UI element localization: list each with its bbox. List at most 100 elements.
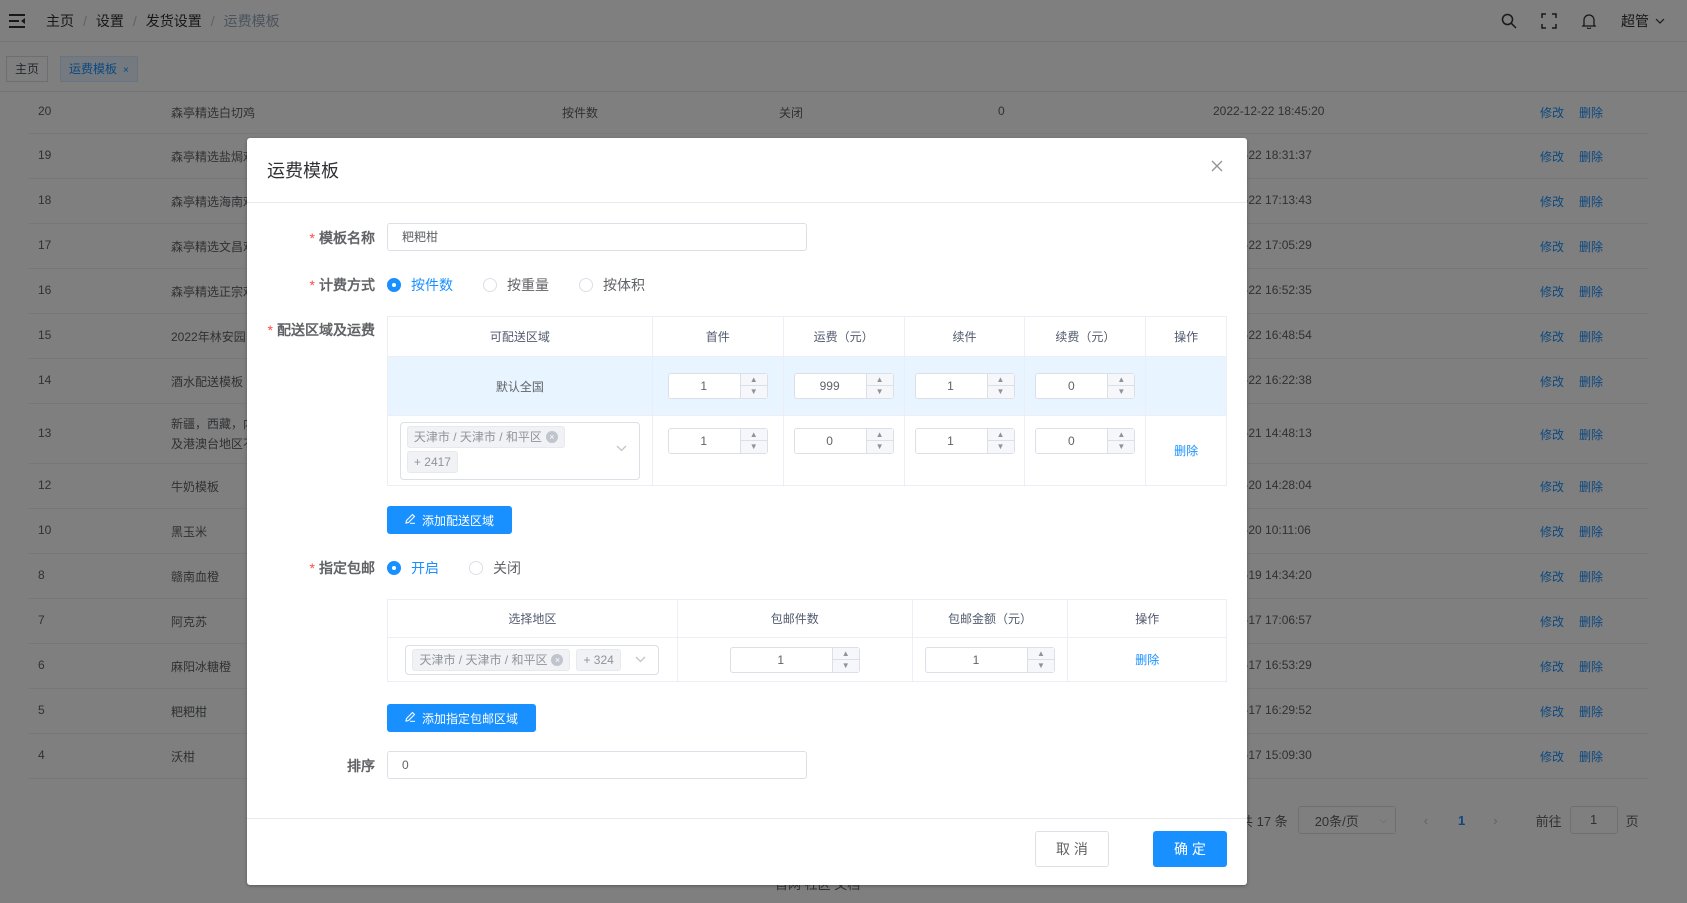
- shipping-template-dialog: 运费模板 * 模板名称 粑粑柑 * 计费方式 按件数 按重量 按体积 * 配送区域及运…: [247, 138, 1247, 885]
- cell: 1 ▲ ▼: [651, 356, 784, 416]
- decrement-icon[interactable]: ▼: [741, 441, 767, 453]
- stepper-value: 1: [777, 652, 785, 667]
- fee-stepper[interactable]: 999 ▲ ▼: [793, 373, 894, 399]
- col-header: 运费（元）: [782, 316, 905, 357]
- additional-fee-stepper[interactable]: 0 ▲ ▼: [1035, 373, 1136, 399]
- cell: 999 ▲ ▼: [782, 356, 905, 416]
- stepper-buttons: ▲ ▼: [865, 374, 893, 398]
- free-amount-stepper[interactable]: 1 ▲ ▼: [924, 646, 1055, 673]
- region-fee-label: * 配送区域及运费: [247, 320, 375, 340]
- stepper-buttons: ▲ ▼: [986, 374, 1014, 398]
- decrement-icon[interactable]: ▼: [867, 441, 893, 453]
- decrement-icon[interactable]: ▼: [988, 386, 1014, 398]
- close-icon[interactable]: [1207, 156, 1227, 176]
- increment-icon[interactable]: ▲: [987, 374, 1014, 386]
- cell: 天津市 / 天津市 / 和平区 × + 324: [387, 637, 678, 682]
- radio-free-off[interactable]: 关闭: [469, 558, 521, 578]
- add-region-button[interactable]: 添加配送区域: [387, 506, 512, 534]
- dialog-footer: 取 消 确 定: [247, 818, 1247, 885]
- cell: 1 ▲ ▼: [676, 637, 913, 682]
- required-asterisk: *: [309, 560, 315, 576]
- stepper-value: 1: [700, 379, 708, 393]
- add-free-region-label: 添加指定包邮区域: [421, 711, 518, 726]
- decrement-icon[interactable]: ▼: [988, 441, 1014, 453]
- free-shipping-label: * 指定包邮: [247, 558, 375, 578]
- cell: 删除: [1067, 637, 1227, 682]
- cell: 0 ▲ ▼: [1024, 356, 1147, 416]
- decrement-icon[interactable]: ▼: [741, 386, 767, 398]
- stepper-buttons: ▲ ▼: [1026, 647, 1054, 672]
- template-name-label: * 模板名称: [247, 228, 375, 248]
- edit-pen-icon: [405, 513, 416, 527]
- cell: 0 ▲ ▼: [782, 415, 905, 486]
- radio-by-weight[interactable]: 按重量: [483, 275, 549, 295]
- increment-icon[interactable]: ▲: [866, 429, 893, 441]
- col-header: 续费（元）: [1024, 316, 1147, 357]
- cell: 0 ▲ ▼: [1024, 415, 1147, 486]
- chevron-down-icon: [635, 654, 646, 666]
- region-more-tag: + 324: [576, 649, 621, 671]
- radio-label: 按体积: [603, 277, 645, 293]
- radio-free-on[interactable]: 开启: [387, 558, 439, 578]
- stepper-buttons: ▲ ▼: [865, 429, 893, 453]
- increment-icon[interactable]: ▲: [740, 429, 767, 441]
- region-default: 默认全国: [387, 356, 653, 416]
- close-icon[interactable]: ×: [551, 653, 564, 666]
- radio-label: 关闭: [493, 560, 521, 576]
- dialog-header: 运费模板: [247, 138, 1247, 203]
- decrement-icon[interactable]: ▼: [867, 386, 893, 398]
- fee-stepper[interactable]: 0 ▲ ▼: [793, 428, 894, 454]
- decrement-icon[interactable]: ▼: [1108, 441, 1134, 453]
- stepper-value: 1: [947, 434, 954, 448]
- radio-by-volume[interactable]: 按体积: [579, 275, 645, 295]
- increment-icon[interactable]: ▲: [1108, 429, 1135, 441]
- col-header: 操作: [1067, 599, 1227, 638]
- template-name-input[interactable]: 粑粑柑: [387, 223, 807, 251]
- stepper-buttons: ▲ ▼: [739, 374, 767, 398]
- decrement-icon[interactable]: ▼: [833, 660, 859, 672]
- billing-method-label: * 计费方式: [247, 275, 375, 295]
- first-piece-stepper[interactable]: 1 ▲ ▼: [667, 428, 768, 454]
- stepper-value: 1: [947, 379, 954, 393]
- stepper-value: 0: [826, 434, 833, 448]
- radio-label: 按件数: [411, 277, 453, 293]
- increment-icon[interactable]: ▲: [1108, 374, 1135, 386]
- table-row: 默认全国 1 ▲ ▼ 999 ▲ ▼ 1 ▲ ▼ 0 ▲ ▼: [387, 356, 1227, 416]
- stepper-buttons: ▲ ▼: [1107, 429, 1135, 453]
- col-header: 操作: [1145, 316, 1227, 357]
- confirm-button[interactable]: 确 定: [1153, 831, 1227, 867]
- increment-icon[interactable]: ▲: [987, 429, 1014, 441]
- stepper-buttons: ▲ ▼: [1107, 374, 1135, 398]
- cell: 1 ▲ ▼: [911, 637, 1069, 682]
- add-free-region-button[interactable]: 添加指定包邮区域: [387, 704, 536, 732]
- radio-by-piece[interactable]: 按件数: [387, 275, 453, 295]
- additional-fee-stepper[interactable]: 0 ▲ ▼: [1035, 428, 1136, 454]
- region-cascader[interactable]: 天津市 / 天津市 / 和平区 × + 2417: [399, 421, 640, 480]
- cell: [1145, 356, 1227, 416]
- free-count-stepper[interactable]: 1 ▲ ▼: [729, 646, 860, 673]
- radio-label: 按重量: [507, 277, 549, 293]
- increment-icon[interactable]: ▲: [1027, 648, 1054, 660]
- region-fee-label-text: 配送区域及运费: [277, 322, 375, 338]
- decrement-icon[interactable]: ▼: [1028, 660, 1054, 672]
- decrement-icon[interactable]: ▼: [1108, 386, 1134, 398]
- cancel-button[interactable]: 取 消: [1035, 831, 1109, 867]
- additional-piece-stepper[interactable]: 1 ▲ ▼: [914, 428, 1015, 454]
- first-piece-stepper[interactable]: 1 ▲ ▼: [667, 373, 768, 399]
- cascader-tags: + 2417: [401, 448, 639, 473]
- increment-icon[interactable]: ▲: [866, 374, 893, 386]
- stepper-value: 0: [1068, 434, 1075, 448]
- close-icon[interactable]: ×: [545, 430, 558, 443]
- delete-region-link[interactable]: 删除: [1174, 444, 1198, 458]
- radio-dot: [483, 278, 497, 292]
- dialog-title: 运费模板: [267, 161, 339, 181]
- increment-icon[interactable]: ▲: [832, 648, 859, 660]
- delete-free-region-link[interactable]: 删除: [1135, 653, 1159, 667]
- col-header: 续件: [903, 316, 1026, 357]
- sort-input[interactable]: 0: [387, 751, 807, 779]
- additional-piece-stepper[interactable]: 1 ▲ ▼: [914, 373, 1015, 399]
- free-region-cascader[interactable]: 天津市 / 天津市 / 和平区 × + 324: [405, 644, 660, 675]
- stepper-buttons: ▲ ▼: [986, 429, 1014, 453]
- stepper-value: 0: [1068, 379, 1075, 393]
- increment-icon[interactable]: ▲: [740, 374, 767, 386]
